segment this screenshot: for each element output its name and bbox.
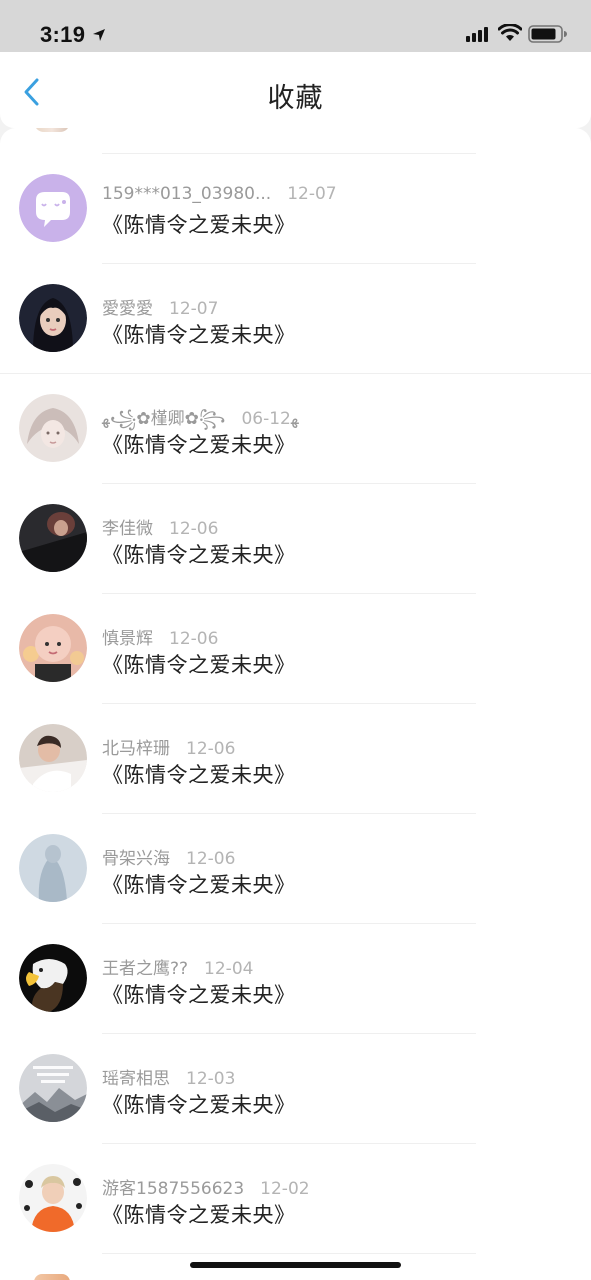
list-item[interactable]: 北马梓珊 12-06 《陈情令之爱未央》: [0, 704, 591, 814]
avatar: [34, 1274, 70, 1280]
avatar: [19, 944, 87, 1012]
list-item[interactable]: ﻬ꧁✿槿卿✿꧂ﻬ12-06 《陈情令之爱未央》: [0, 374, 591, 484]
date: 12-07: [287, 184, 337, 204]
home-indicator[interactable]: [190, 1262, 401, 1268]
item-title: 《陈情令之爱未央》: [102, 763, 296, 787]
divider: [102, 1253, 476, 1254]
avatar: [19, 1054, 87, 1122]
avatar: [34, 128, 70, 132]
battery-icon: [528, 25, 568, 47]
list-item[interactable]: 骨架兴海 12-06 《陈情令之爱未央》: [0, 814, 591, 924]
cellular-signal-icon: [466, 26, 490, 46]
avatar: [19, 504, 87, 572]
avatar: [19, 1164, 87, 1232]
date: 12-07: [169, 299, 219, 319]
item-title: 《陈情令之爱未央》: [102, 1093, 296, 1117]
username: 北马梓珊: [102, 739, 170, 759]
username: 骨架兴海: [102, 849, 170, 869]
status-bar: 3:19: [0, 0, 591, 52]
item-title: 《陈情令之爱未央》: [102, 1203, 296, 1227]
username: 慎景辉: [102, 629, 153, 649]
item-title: 《陈情令之爱未央》: [102, 433, 296, 457]
item-title: 《陈情令之爱未央》: [102, 873, 296, 897]
date: 12-06: [169, 519, 219, 539]
item-title: 《陈情令之爱未央》: [102, 213, 296, 237]
item-title: 《陈情令之爱未央》: [102, 323, 296, 347]
username: 愛愛愛: [102, 299, 153, 319]
username: 瑶寄相思: [102, 1069, 170, 1089]
list-item[interactable]: 游客1587556623 12-02 《陈情令之爱未央》: [0, 1144, 591, 1254]
date: 12-06: [186, 849, 236, 869]
avatar: [19, 614, 87, 682]
avatar: [19, 724, 87, 792]
username: 李佳微: [102, 519, 153, 539]
list-item[interactable]: 王者之鹰?? 12-04 《陈情令之爱未央》: [0, 924, 591, 1034]
date: 12-02: [260, 1179, 310, 1199]
list-item[interactable]: 159***013_03980... 12-07 《陈情令之爱未央》: [0, 154, 591, 264]
location-arrow-icon: [92, 27, 106, 46]
list-item[interactable]: 瑶寄相思 12-03 《陈情令之爱未央》: [0, 1034, 591, 1144]
item-title: 《陈情令之爱未央》: [102, 983, 296, 1007]
username: 159***013_03980...: [102, 184, 272, 204]
avatar: [19, 284, 87, 352]
username: 游客1587556623: [102, 1179, 245, 1199]
list-item[interactable]: 愛愛愛 12-07 《陈情令之爱未央》: [0, 264, 591, 374]
date: 12-06: [169, 629, 219, 649]
date: 12-04: [204, 959, 254, 979]
item-title: 《陈情令之爱未央》: [102, 653, 296, 677]
avatar: [19, 174, 87, 242]
date: 12-03: [186, 1069, 236, 1089]
date: 12-06: [241, 409, 291, 429]
favorites-list: 159***013_03980... 12-07 《陈情令之爱未央》 愛愛愛 12-…: [0, 128, 591, 1280]
date: 12-06: [186, 739, 236, 759]
list-item[interactable]: 慎景辉 12-06 《陈情令之爱未央》: [0, 594, 591, 704]
username: 王者之鹰??: [102, 959, 189, 979]
status-time: 3:19: [40, 22, 86, 47]
list-item[interactable]: 李佳微 12-06 《陈情令之爱未央》: [0, 484, 591, 594]
wifi-icon: [497, 23, 523, 46]
item-title: 《陈情令之爱未央》: [102, 543, 296, 567]
navigation-bar: 收藏: [0, 52, 591, 128]
avatar: [19, 834, 87, 902]
page-title: 收藏: [267, 83, 324, 114]
avatar: [19, 394, 87, 462]
